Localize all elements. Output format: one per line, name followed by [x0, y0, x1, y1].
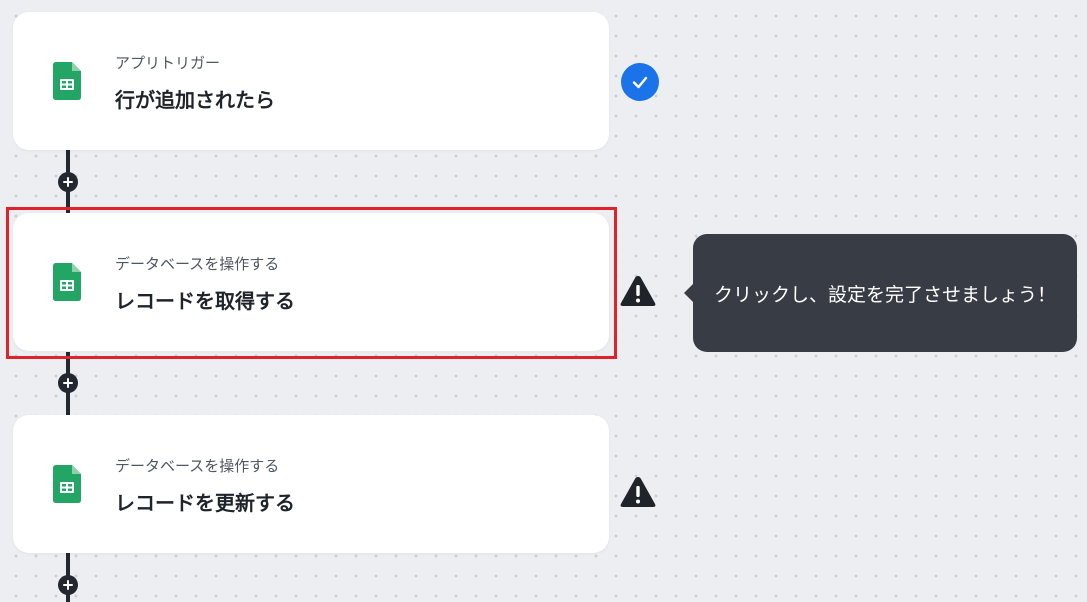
add-step-button[interactable] [58, 172, 78, 192]
plus-icon [63, 177, 73, 187]
warning-icon [619, 274, 657, 308]
flow-step-card-update-record[interactable]: データベースを操作する レコードを更新する [13, 415, 609, 553]
add-step-button[interactable] [58, 373, 78, 393]
step-subtitle: データベースを操作する [115, 457, 280, 475]
step-title: 行が追加されたら [115, 88, 275, 112]
tooltip-arrow [684, 284, 693, 302]
flow-step-card-trigger[interactable]: アプリトリガー 行が追加されたら [13, 12, 609, 150]
plus-icon [63, 378, 73, 388]
google-sheets-icon [53, 62, 81, 100]
step-subtitle: データベースを操作する [115, 255, 280, 273]
setup-hint-tooltip: クリックし、設定を完了させましょう！ [684, 234, 1077, 352]
plus-icon [63, 580, 73, 590]
add-step-button[interactable] [58, 575, 78, 595]
step-subtitle: アプリトリガー [115, 54, 221, 72]
google-sheets-icon [53, 465, 81, 503]
step-title: レコードを更新する [115, 491, 295, 515]
tooltip-text: クリックし、設定を完了させましょう！ [713, 283, 1056, 306]
flow-step-card-get-record[interactable]: データベースを操作する レコードを取得する [13, 213, 609, 351]
step-title: レコードを取得する [115, 289, 295, 313]
check-icon [621, 63, 659, 101]
google-sheets-icon [53, 263, 81, 301]
warning-icon [619, 475, 657, 509]
